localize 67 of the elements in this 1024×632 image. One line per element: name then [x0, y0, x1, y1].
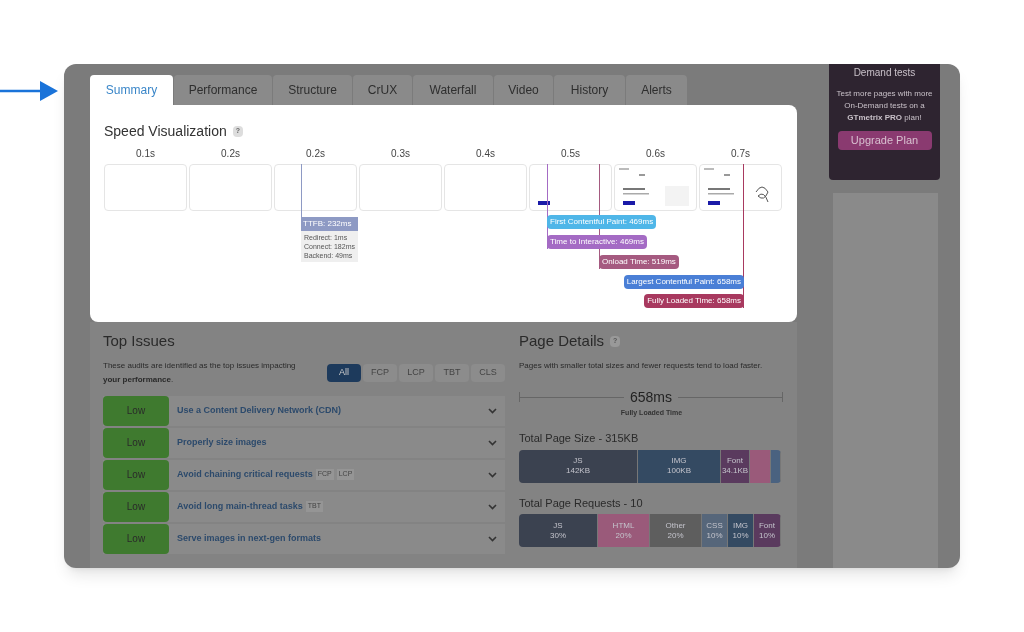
- bar-segment: IMG 10%: [728, 514, 754, 547]
- tab[interactable]: CrUX: [352, 75, 412, 105]
- chevron-down-icon[interactable]: [488, 439, 497, 446]
- time-label: 0.3s: [391, 148, 410, 160]
- chart-title: Total Page Size - 315KB: [519, 431, 640, 446]
- section-title: Page Details: [519, 331, 605, 351]
- impact-badge: Low: [103, 491, 169, 522]
- bar-segment: JS 142KB: [519, 449, 638, 483]
- tab[interactable]: History: [553, 75, 625, 105]
- time-label: 0.2s: [221, 148, 240, 160]
- metric-label: Fully Loaded Time: 658ms: [644, 294, 744, 308]
- description-text: Pages with smaller total sizes and fewer requests tend to load faster.: [519, 359, 764, 372]
- bar-segment: CSS 10%: [702, 514, 728, 547]
- tab[interactable]: Alerts: [625, 75, 687, 105]
- bar-segment: IMG 100KB: [638, 449, 721, 483]
- bar-segment: Font 34.1KB: [721, 449, 750, 483]
- time-label: 0.2s: [306, 148, 325, 160]
- promo-text: Test more pages with more On-Demand tests on a GTmetrix PRO plan!: [835, 88, 934, 124]
- filter-tab[interactable]: LCP: [399, 363, 433, 382]
- issue-title: Properly size images: [177, 435, 267, 449]
- bar-segment: Font 10%: [754, 514, 781, 547]
- issue-title: Serve images in next-gen formats: [177, 531, 322, 545]
- impact-badge: Low: [103, 427, 169, 458]
- issue-row[interactable]: Low Serve images in next-gen formats: [103, 523, 505, 554]
- tab[interactable]: Video: [493, 75, 553, 105]
- tab[interactable]: Summary: [90, 75, 173, 105]
- chart-title: Total Page Requests - 10: [519, 495, 644, 511]
- bar-segment: Other 20%: [650, 514, 702, 547]
- impact-badge: Low: [103, 523, 169, 554]
- ttfb-label: TTFB: 232ms: [301, 217, 358, 231]
- chevron-down-icon[interactable]: [488, 471, 497, 478]
- page-preview-drawing: [538, 201, 550, 205]
- chevron-down-icon[interactable]: [488, 503, 497, 510]
- issue-title: Avoid long main-thread tasks: [177, 499, 303, 513]
- filter-tab[interactable]: All: [327, 363, 361, 382]
- time-label: 0.7s: [731, 148, 750, 160]
- bar-segment: HTML 20%: [598, 514, 650, 547]
- chevron-down-icon[interactable]: [488, 407, 497, 414]
- metric-label: Largest Contentful Paint: 658ms: [623, 275, 744, 289]
- metric-label: Time to Interactive: 469ms: [547, 235, 647, 249]
- issue-row[interactable]: Low Use a Content Delivery Network (CDN): [103, 395, 505, 426]
- chevron-down-icon[interactable]: [488, 535, 497, 542]
- time-label: 0.4s: [476, 148, 495, 160]
- impact-badge: Low: [103, 459, 169, 490]
- time-label: 0.1s: [136, 148, 155, 160]
- promo-title: Demand tests: [853, 66, 916, 80]
- issue-title: Avoid chaining critical requests: [177, 467, 313, 481]
- filter-tab[interactable]: CLS: [471, 363, 505, 382]
- issue-title: Use a Content Delivery Network (CDN): [177, 403, 342, 417]
- upgrade-button[interactable]: Upgrade Plan: [837, 131, 932, 150]
- time-label: 0.6s: [646, 148, 665, 160]
- time-label: 0.5s: [561, 148, 580, 160]
- arrow-icon: [0, 81, 60, 101]
- metric-label: Onload Time: 519ms: [599, 255, 679, 269]
- issue-row[interactable]: Low Properly size images: [103, 427, 505, 458]
- bar-segment: JS 30%: [519, 514, 598, 547]
- metric-label: First Contentful Paint: 469ms: [547, 215, 657, 229]
- fully-loaded-value: 658ms: [629, 387, 673, 407]
- tab[interactable]: Structure: [272, 75, 352, 105]
- section-title: Top Issues: [103, 331, 176, 351]
- tab[interactable]: Performance: [173, 75, 272, 105]
- filter-tab[interactable]: FCP: [363, 363, 397, 382]
- impact-badge: Low: [103, 395, 169, 426]
- tab[interactable]: Waterfall: [412, 75, 493, 105]
- section-title: Speed Visualization: [104, 122, 227, 141]
- filter-tab[interactable]: TBT: [435, 363, 469, 382]
- description-text: These audits are identified as the top issues impacting your performance.: [103, 359, 297, 386]
